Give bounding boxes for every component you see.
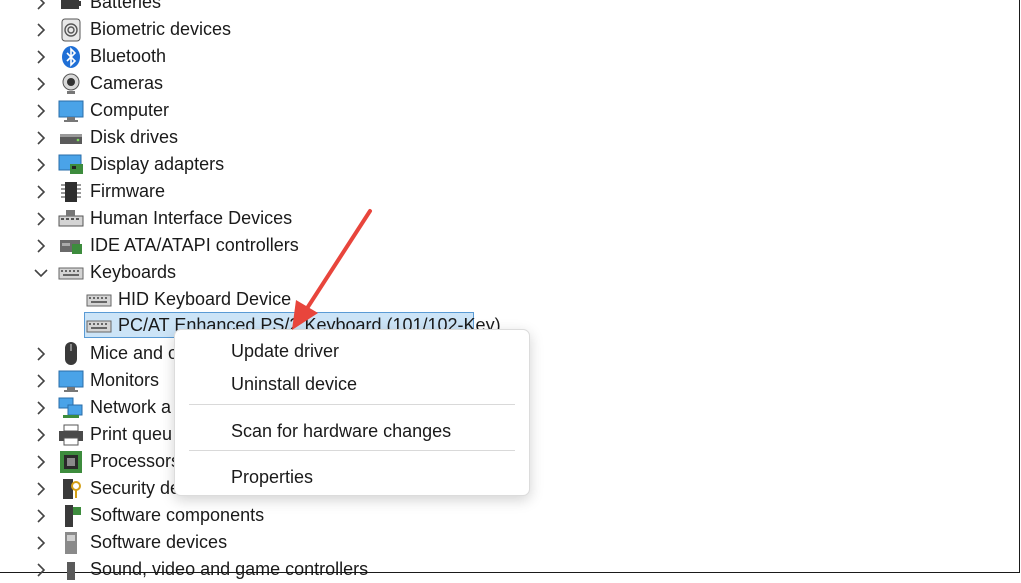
chevron-right-icon[interactable] <box>34 97 48 124</box>
chevron-right-icon[interactable] <box>34 0 48 16</box>
menu-item-properties[interactable]: Properties <box>231 464 313 490</box>
mouse-icon <box>58 341 84 366</box>
chevron-right-icon[interactable] <box>34 421 48 448</box>
tree-item-label: Monitors <box>90 370 160 390</box>
chevron-right-icon[interactable] <box>34 529 48 556</box>
chevron-right-icon[interactable] <box>34 124 48 151</box>
tree-item-label: Print queu <box>90 424 173 444</box>
tree-item-label: Mice and o <box>90 343 179 363</box>
menu-item-scan-for-hardware-changes[interactable]: Scan for hardware changes <box>231 418 451 444</box>
menu-item-update-driver[interactable]: Update driver <box>231 338 339 364</box>
tree-item-label: Firmware <box>90 181 165 201</box>
tree-item-label: Biometric devices <box>90 19 232 39</box>
tree-item-label: Network a <box>90 397 172 417</box>
monitor-icon <box>58 369 84 393</box>
chevron-right-icon[interactable] <box>34 367 48 394</box>
chevron-right-icon[interactable] <box>34 16 48 43</box>
security-icon <box>58 477 84 501</box>
keyboard-icon <box>86 288 112 312</box>
tree-item-label: Batteries <box>90 0 162 12</box>
chevron-right-icon[interactable] <box>34 178 48 205</box>
menu-separator <box>189 404 515 405</box>
chip-icon <box>58 180 84 204</box>
chevron-right-icon[interactable] <box>34 340 48 367</box>
network-icon <box>58 396 84 420</box>
tree-item-label: IDE ATA/ATAPI controllers <box>90 235 299 255</box>
camera-icon <box>58 72 84 96</box>
chevron-right-icon[interactable] <box>34 394 48 421</box>
chevron-right-icon[interactable] <box>34 448 48 475</box>
tree-item-label: Security de <box>90 478 181 498</box>
ide-controller-icon <box>58 234 84 258</box>
tree-item-label: Processors <box>90 451 181 471</box>
battery-icon <box>58 0 84 15</box>
chevron-right-icon[interactable] <box>34 43 48 70</box>
software-component-icon <box>58 504 84 528</box>
processor-icon <box>58 450 84 474</box>
tree-item-label: Sound, video and game controllers <box>90 559 369 579</box>
chevron-right-icon[interactable] <box>34 502 48 529</box>
menu-item-uninstall-device[interactable]: Uninstall device <box>231 371 357 397</box>
chevron-right-icon[interactable] <box>34 232 48 259</box>
tree-item-label: Keyboards <box>90 262 177 282</box>
tree-item-label: Software devices <box>90 532 228 552</box>
disk-drive-icon <box>58 126 84 150</box>
tree-item-label: Computer <box>90 100 170 120</box>
context-menu: Update driver Uninstall device Scan for … <box>174 329 530 496</box>
chevron-right-icon[interactable] <box>34 151 48 178</box>
fingerprint-icon <box>58 18 84 42</box>
tree-item-label: Cameras <box>90 73 164 93</box>
keyboard-icon <box>86 314 112 338</box>
tree-item-label: Software components <box>90 505 265 525</box>
chevron-right-icon[interactable] <box>34 475 48 502</box>
tree-item-label: Human Interface Devices <box>90 208 293 228</box>
menu-separator <box>189 450 515 451</box>
chevron-right-icon[interactable] <box>34 556 48 583</box>
tree-item-label: Display adapters <box>90 154 225 174</box>
software-device-icon <box>58 531 84 555</box>
chevron-right-icon[interactable] <box>34 205 48 232</box>
speaker-icon <box>58 558 84 582</box>
bluetooth-icon <box>58 45 84 69</box>
tree-item-label: Bluetooth <box>90 46 167 66</box>
printer-icon <box>58 423 84 447</box>
display-adapter-icon <box>58 153 84 177</box>
hid-icon <box>58 207 84 231</box>
monitor-icon <box>58 99 84 123</box>
chevron-down-icon[interactable] <box>34 259 48 286</box>
tree-item-label: Disk drives <box>90 127 179 147</box>
keyboard-icon <box>58 261 84 285</box>
chevron-right-icon[interactable] <box>34 70 48 97</box>
tree-item-label: HID Keyboard Device <box>118 289 292 309</box>
